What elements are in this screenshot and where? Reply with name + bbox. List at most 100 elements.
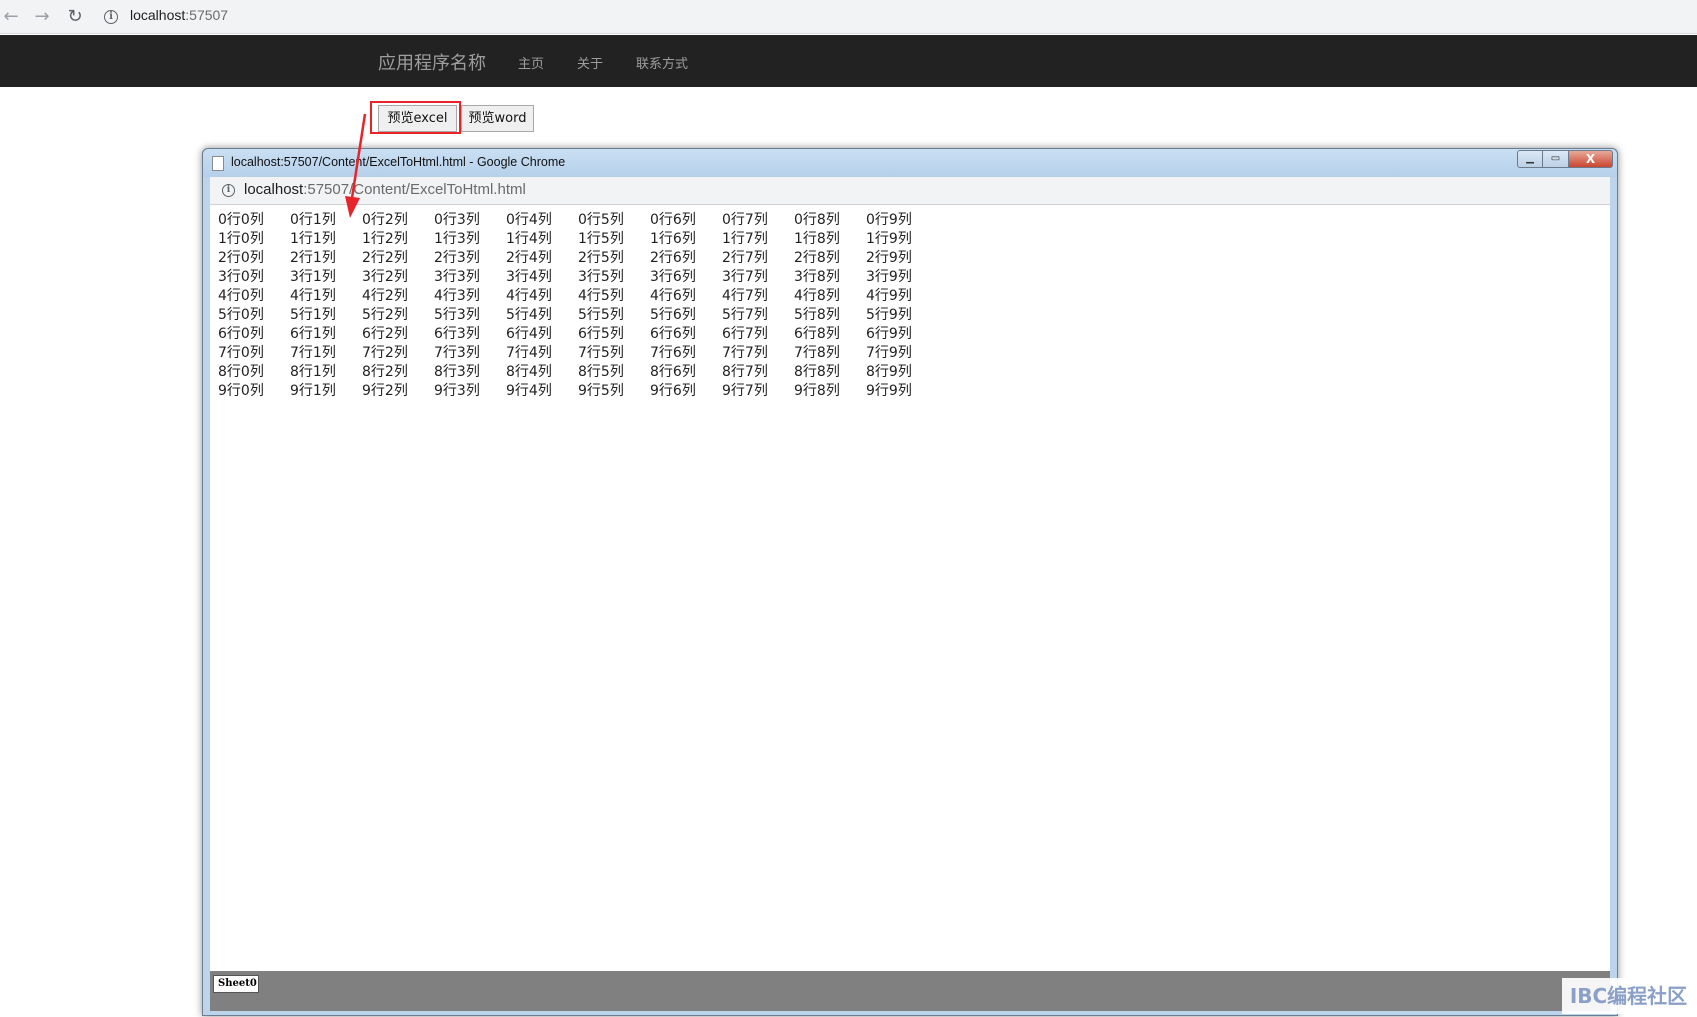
grid-cell: 0行6列 — [650, 212, 696, 228]
brand-link[interactable]: 应用程序名称 — [378, 49, 486, 75]
grid-row: 3行0列 3行1列 3行2列 3行3列 3行4列 3行5列 3行6列 3行7列 3行8列 3行9列 — [218, 268, 938, 287]
grid-cell: 3行5列 — [578, 269, 624, 285]
grid-cell: 4行0列 — [218, 288, 264, 304]
grid-row: 7行0列 7行1列 7行2列 7行3列 7行4列 7行5列 7行6列 7行7列 7行8列 7行9列 — [218, 344, 938, 363]
close-icon[interactable]: X — [1569, 150, 1613, 168]
grid-cell: 0行4列 — [506, 212, 552, 228]
grid-row: 5行0列 5行1列 5行2列 5行3列 5行4列 5行5列 5行6列 5行7列 5行8列 5行9列 — [218, 306, 938, 325]
grid-cell: 3行1列 — [290, 269, 336, 285]
grid-cell: 1行2列 — [362, 231, 408, 247]
grid-cell: 4行7列 — [722, 288, 768, 304]
grid-cell: 7行2列 — [362, 345, 408, 361]
grid-cell: 2行7列 — [722, 250, 768, 266]
grid-cell: 4行8列 — [794, 288, 840, 304]
forward-arrow-icon[interactable]: → — [31, 6, 53, 28]
grid-cell: 4行3列 — [434, 288, 480, 304]
grid-cell: 9行6列 — [650, 383, 696, 399]
grid-cell: 7行9列 — [866, 345, 912, 361]
nav-link-about[interactable]: 关于 — [577, 53, 603, 72]
preview-word-button[interactable]: 预览word — [461, 105, 534, 132]
grid-cell: 0行9列 — [866, 212, 912, 228]
address-url[interactable]: localhost:57507 — [130, 7, 228, 23]
maximize-icon[interactable]: ▭ — [1543, 150, 1569, 168]
grid-cell: 4行9列 — [866, 288, 912, 304]
grid-cell: 3行3列 — [434, 269, 480, 285]
info-icon[interactable]: i — [104, 10, 118, 24]
grid-cell: 6行3列 — [434, 326, 480, 342]
grid-cell: 3行7列 — [722, 269, 768, 285]
info-icon[interactable]: i — [222, 184, 235, 197]
reload-icon[interactable]: ↻ — [64, 6, 86, 28]
grid-cell: 1行1列 — [290, 231, 336, 247]
grid-cell: 5行9列 — [866, 307, 912, 323]
grid-cell: 6行4列 — [506, 326, 552, 342]
grid-cell: 7行3列 — [434, 345, 480, 361]
grid-cell: 3行4列 — [506, 269, 552, 285]
grid-cell: 4行1列 — [290, 288, 336, 304]
grid-cell: 4行6列 — [650, 288, 696, 304]
grid-cell: 4行4列 — [506, 288, 552, 304]
grid-cell: 8行8列 — [794, 364, 840, 380]
back-arrow-icon[interactable]: ← — [0, 6, 22, 28]
grid-cell: 2行0列 — [218, 250, 264, 266]
grid-row: 4行0列 4行1列 4行2列 4行3列 4行4列 4行5列 4行6列 4行7列 4行8列 4行9列 — [218, 287, 938, 306]
grid-cell: 4行5列 — [578, 288, 624, 304]
grid-cell: 0行3列 — [434, 212, 480, 228]
grid-cell: 9行4列 — [506, 383, 552, 399]
grid-cell: 0行1列 — [290, 212, 336, 228]
grid-cell: 0行5列 — [578, 212, 624, 228]
grid-cell: 9行9列 — [866, 383, 912, 399]
minimize-icon[interactable]: ▁ — [1517, 150, 1543, 168]
grid-cell: 6行7列 — [722, 326, 768, 342]
nav-link-home[interactable]: 主页 — [518, 53, 544, 72]
grid-cell: 7行4列 — [506, 345, 552, 361]
nav-link-contact[interactable]: 联系方式 — [636, 53, 688, 72]
grid-cell: 5行4列 — [506, 307, 552, 323]
grid-cell: 0行8列 — [794, 212, 840, 228]
grid-cell: 9行8列 — [794, 383, 840, 399]
grid-cell: 9行7列 — [722, 383, 768, 399]
grid-cell: 6行8列 — [794, 326, 840, 342]
sheet-tab-bar: Sheet0 — [210, 971, 1610, 1011]
grid-cell: 8行1列 — [290, 364, 336, 380]
grid-row: 2行0列 2行1列 2行2列 2行3列 2行4列 2行5列 2行6列 2行7列 2行8列 2行9列 — [218, 249, 938, 268]
grid-cell: 2行5列 — [578, 250, 624, 266]
excel-grid: 0行0列 0行1列 0行2列 0行3列 0行4列 0行5列 0行6列 0行7列 0行8列 0行9列… — [218, 211, 938, 401]
popup-title: localhost:57507/Content/ExcelToHtml.html… — [231, 155, 566, 169]
grid-row: 8行0列 8行1列 8行2列 8行3列 8行4列 8行5列 8行6列 8行7列 8行8列 8行9列 — [218, 363, 938, 382]
watermark: IBC编程社区 — [1562, 978, 1695, 1014]
popup-url[interactable]: localhost:57507/Content/ExcelToHtml.html — [244, 181, 526, 198]
grid-cell: 2行4列 — [506, 250, 552, 266]
address-bar[interactable]: i localhost:57507 — [96, 3, 1696, 31]
grid-cell: 7行8列 — [794, 345, 840, 361]
popup-content: 0行0列 0行1列 0行2列 0行3列 0行4列 0行5列 0行6列 0行7列 0行8列 0行9列… — [210, 205, 1610, 971]
grid-cell: 4行2列 — [362, 288, 408, 304]
grid-cell: 7行7列 — [722, 345, 768, 361]
grid-cell: 2行6列 — [650, 250, 696, 266]
grid-cell: 5行6列 — [650, 307, 696, 323]
grid-cell: 1行9列 — [866, 231, 912, 247]
grid-cell: 6行1列 — [290, 326, 336, 342]
popup-address-bar[interactable]: i localhost:57507/Content/ExcelToHtml.ht… — [210, 177, 1610, 205]
grid-row: 9行0列 9行1列 9行2列 9行3列 9行4列 9行5列 9行6列 9行7列 9行8列 9行9列 — [218, 382, 938, 401]
sheet-tab[interactable]: Sheet0 — [213, 975, 259, 993]
grid-cell: 8行0列 — [218, 364, 264, 380]
grid-cell: 5行8列 — [794, 307, 840, 323]
grid-cell: 1行3列 — [434, 231, 480, 247]
grid-cell: 7行0列 — [218, 345, 264, 361]
grid-cell: 1行7列 — [722, 231, 768, 247]
grid-cell: 2行3列 — [434, 250, 480, 266]
popup-window: localhost:57507/Content/ExcelToHtml.html… — [202, 148, 1618, 1016]
grid-cell: 0行7列 — [722, 212, 768, 228]
preview-excel-button[interactable]: 预览excel — [378, 105, 457, 132]
grid-cell: 5行5列 — [578, 307, 624, 323]
grid-row: 6行0列 6行1列 6行2列 6行3列 6行4列 6行5列 6行6列 6行7列 6行8列 6行9列 — [218, 325, 938, 344]
grid-cell: 9行1列 — [290, 383, 336, 399]
grid-cell: 1行5列 — [578, 231, 624, 247]
popup-titlebar[interactable]: localhost:57507/Content/ExcelToHtml.html… — [203, 149, 1617, 177]
grid-cell: 8行4列 — [506, 364, 552, 380]
site-navbar: 应用程序名称 主页 关于 联系方式 — [0, 35, 1697, 87]
grid-cell: 7行1列 — [290, 345, 336, 361]
grid-row: 1行0列 1行1列 1行2列 1行3列 1行4列 1行5列 1行6列 1行7列 1行8列 1行9列 — [218, 230, 938, 249]
grid-cell: 6行0列 — [218, 326, 264, 342]
